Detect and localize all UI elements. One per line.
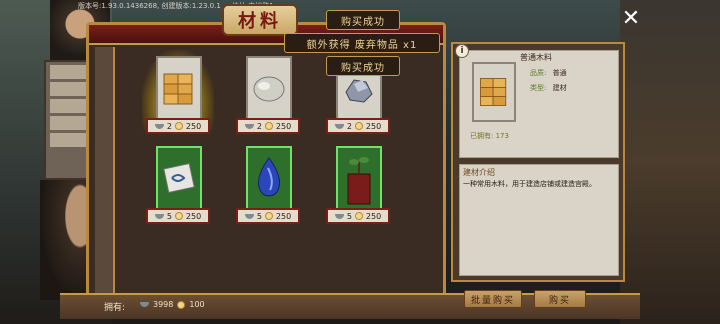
item-price: 2 250 xyxy=(236,118,300,134)
attr-label: 类型: xyxy=(530,84,547,92)
price-coin: 250 xyxy=(365,121,382,131)
wood-icon xyxy=(163,73,193,105)
bowl-icon xyxy=(244,213,254,219)
item-price: 5 250 xyxy=(326,208,390,224)
item-price: 5 250 xyxy=(236,208,300,224)
item-description: 一种常用木料，用于建造店铺或建造宫殿。 xyxy=(463,180,596,188)
shop-item-stone[interactable]: 2 250 xyxy=(232,56,304,138)
item-thumbnail xyxy=(246,146,292,212)
shop-item-bonsai[interactable]: 5 250 xyxy=(322,146,394,228)
item-thumbnail xyxy=(156,146,202,212)
price-coin: 250 xyxy=(365,211,382,221)
info-icon[interactable]: i xyxy=(455,44,469,58)
toast-purchase-success-1: 购买成功 xyxy=(326,10,400,30)
shop-item-crystal[interactable]: 5 250 xyxy=(232,146,304,228)
price-bowl: 5 xyxy=(256,211,262,221)
item-price: 5 250 xyxy=(146,208,210,224)
price-coin: 250 xyxy=(275,121,292,131)
bowl-icon xyxy=(244,123,254,129)
scroll-icon xyxy=(163,162,195,194)
coin-icon xyxy=(264,212,273,220)
detail-item-thumbnail xyxy=(472,62,516,122)
detail-owned-count: 已拥有: 173 xyxy=(470,132,509,140)
bowl-icon xyxy=(334,123,344,129)
price-bowl: 5 xyxy=(346,211,352,221)
coin-icon xyxy=(264,122,273,130)
shop-item-scroll[interactable]: 5 250 xyxy=(142,146,214,228)
right-background xyxy=(620,0,720,324)
shop-item-wood[interactable]: 2 250 xyxy=(142,50,214,138)
toast-extra-reward: 额外获得 废弃物品 x1 xyxy=(284,33,440,53)
crystal-icon xyxy=(257,157,281,197)
price-coin: 250 xyxy=(275,211,292,221)
bowl-icon xyxy=(334,213,344,219)
bowl-amount: 3998 xyxy=(153,300,174,309)
attr-value: 建材 xyxy=(552,84,567,92)
item-price: 2 250 xyxy=(146,118,210,134)
item-thumbnail xyxy=(156,56,202,122)
price-coin: 250 xyxy=(185,121,202,131)
item-thumbnail xyxy=(246,56,292,122)
detail-item-name: 普通木料 xyxy=(520,53,552,62)
coin-icon xyxy=(177,300,186,309)
attr-value: 普通 xyxy=(552,69,567,77)
price-bowl: 2 xyxy=(346,121,352,131)
owned-currency: 3998 100 xyxy=(140,300,205,309)
toast-purchase-success-2: 购买成功 xyxy=(326,56,400,76)
coin-icon xyxy=(174,122,183,130)
item-thumbnail xyxy=(336,146,382,212)
price-coin: 250 xyxy=(185,211,202,221)
bowl-icon xyxy=(154,123,164,129)
price-bowl: 5 xyxy=(166,211,172,221)
bowl-icon xyxy=(154,213,164,219)
detail-quality: 品质: 普通 xyxy=(530,68,567,78)
close-icon[interactable]: ✕ xyxy=(620,8,642,30)
wood-icon xyxy=(480,78,507,106)
coin-icon xyxy=(174,212,183,220)
owned-label: 拥有: xyxy=(104,303,126,313)
bonsai-icon xyxy=(347,157,371,205)
shop-category-rail xyxy=(95,47,115,297)
attr-label: 品质: xyxy=(530,69,547,77)
bulk-buy-button[interactable]: 批量购买 xyxy=(464,290,522,308)
price-bowl: 2 xyxy=(256,121,262,131)
coin-amount: 100 xyxy=(189,300,205,309)
stone-icon xyxy=(253,76,285,102)
buy-button[interactable]: 购买 xyxy=(534,290,586,308)
price-bowl: 2 xyxy=(166,121,172,131)
description-title: 建材介绍 xyxy=(463,168,495,177)
coin-icon xyxy=(354,122,363,130)
detail-type: 类型: 建材 xyxy=(530,83,567,93)
item-price: 2 250 xyxy=(326,118,390,134)
shop-title: 材料 xyxy=(222,4,298,36)
coin-icon xyxy=(354,212,363,220)
bowl-icon xyxy=(140,302,149,307)
